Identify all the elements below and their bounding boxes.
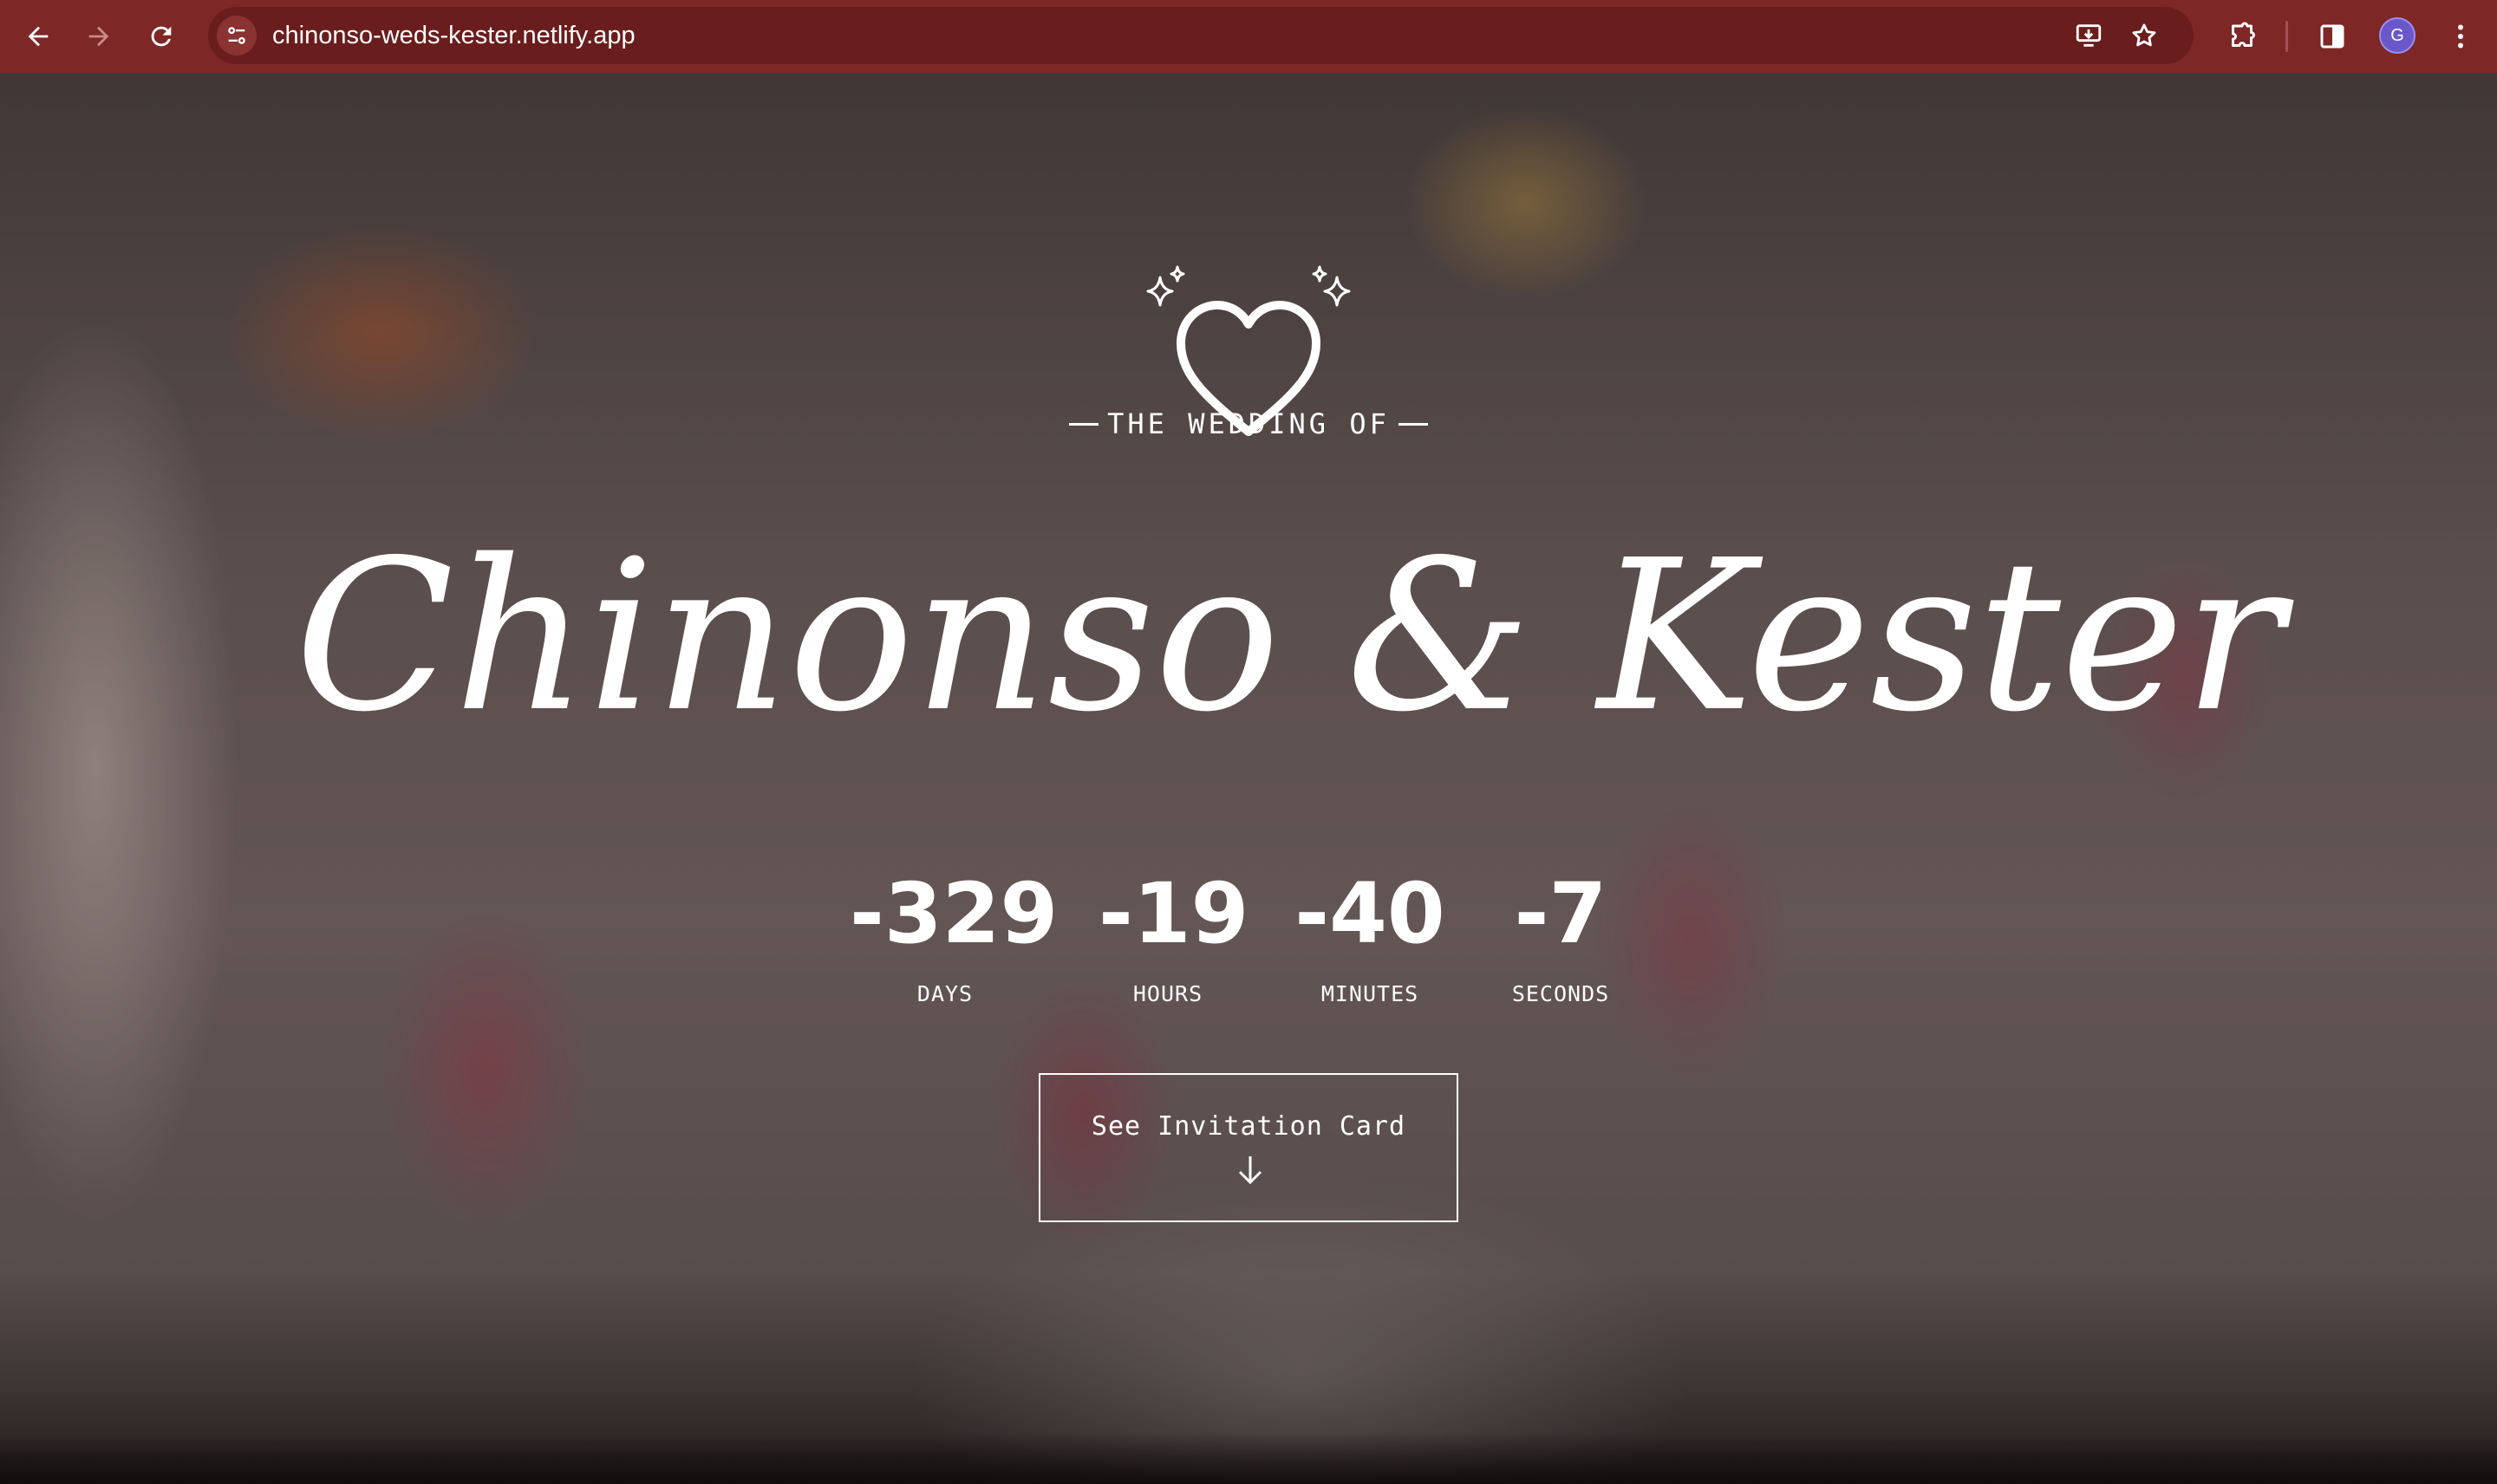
arrow-right-icon [88, 26, 109, 47]
countdown-days: -329 DAYS [850, 862, 1059, 1007]
wedding-subtitle: THE WEDDING OF [988, 407, 1509, 440]
url-text[interactable]: chinonso-weds-kester.netlify.app [272, 21, 636, 50]
subtitle-left-dash [1069, 422, 1099, 426]
reload-icon [151, 26, 172, 47]
countdown-hours-label: HOURS [1132, 981, 1203, 1006]
extensions-button[interactable] [2220, 14, 2265, 59]
tune-icon [228, 27, 245, 44]
countdown-timer: -329 DAYS -19 HOURS -40 MINUTES -7 SECON… [832, 862, 1665, 1035]
star-icon [2132, 23, 2156, 47]
countdown-seconds-label: SECONDS [1511, 981, 1610, 1006]
site-info-button[interactable] [217, 16, 257, 55]
countdown-hours-value: -19 [1099, 865, 1249, 962]
arrow-down-icon [1233, 1153, 1268, 1188]
countdown-seconds-value: -7 [1514, 865, 1607, 962]
subtitle-right-dash [1398, 422, 1428, 426]
puzzle-icon [2232, 22, 2255, 47]
countdown-minutes: -40 MINUTES [1288, 862, 1452, 1007]
bottom-shade [0, 1432, 2497, 1484]
see-invitation-card-button[interactable]: See Invitation Card [1039, 1073, 1458, 1222]
browser-menu-button[interactable] [2438, 14, 2483, 59]
side-panel-icon [2320, 24, 2344, 49]
toolbar-divider [2285, 21, 2288, 52]
arrow-left-icon [28, 26, 49, 47]
forward-button[interactable] [75, 12, 123, 61]
couple-names-title: Chinonso & Kester [295, 515, 2284, 758]
countdown-minutes-label: MINUTES [1320, 981, 1419, 1006]
countdown-days-value: -329 [850, 865, 1059, 962]
reload-button[interactable] [137, 12, 186, 61]
countdown-hours: -19 HOURS [1099, 862, 1249, 1007]
kebab-menu-icon [2458, 24, 2463, 49]
countdown-seconds: -7 SECONDS [1500, 862, 1621, 1007]
invitation-button-label: See Invitation Card [1091, 1111, 1406, 1142]
subtitle-text: THE WEDDING OF [1107, 407, 1390, 440]
countdown-days-label: DAYS [916, 981, 974, 1006]
profile-avatar[interactable]: G [2379, 17, 2416, 54]
bookmark-button[interactable] [2126, 17, 2162, 54]
browser-toolbar: chinonso-weds-kester.netlify.app G [0, 0, 2497, 73]
countdown-minutes-value: -40 [1294, 865, 1445, 962]
back-button[interactable] [14, 12, 62, 61]
install-app-button[interactable] [2070, 17, 2107, 54]
address-bar[interactable]: chinonso-weds-kester.netlify.app [208, 7, 2194, 64]
wedding-hero: THE WEDDING OF Chinonso & Kester -329 DA… [0, 73, 2497, 1484]
side-panel-button[interactable] [2310, 14, 2355, 59]
install-app-icon [2076, 24, 2102, 47]
